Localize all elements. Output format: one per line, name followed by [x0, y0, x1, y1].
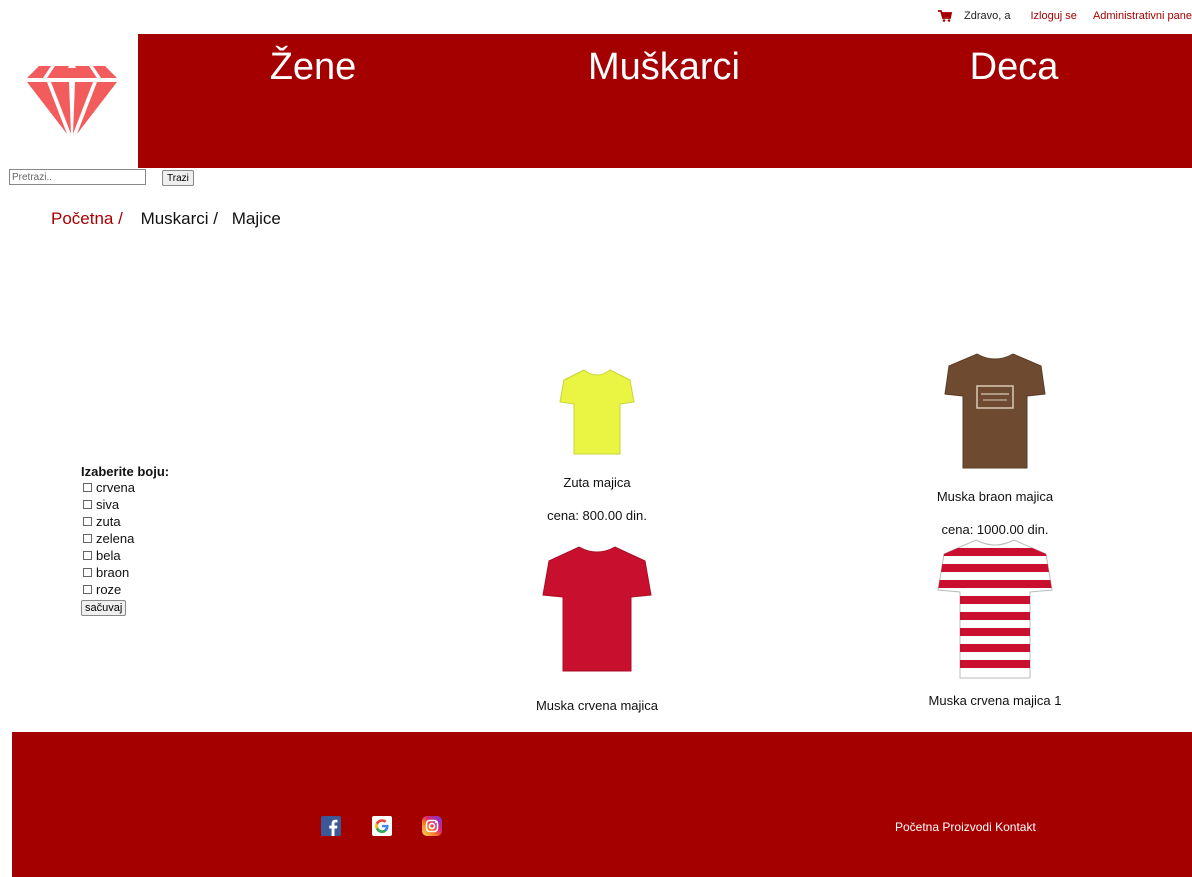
- footer: Početna Proizvodi Kontakt: [12, 732, 1192, 877]
- diamond-logo-icon: [27, 66, 117, 134]
- tshirt-image: [944, 353, 1046, 469]
- nav-kids[interactable]: Deca: [970, 46, 1059, 89]
- filter-option[interactable]: bela: [83, 547, 169, 564]
- breadcrumb-category[interactable]: Muskarci /: [141, 209, 218, 228]
- product-card[interactable]: Muska crvena majica 1: [895, 538, 1095, 708]
- filter-option-label: siva: [96, 497, 120, 512]
- nav-women[interactable]: Žene: [270, 46, 357, 89]
- checkbox[interactable]: [83, 585, 92, 594]
- save-filter-button[interactable]: sačuvaj: [81, 600, 127, 616]
- logout-link[interactable]: Izloguj se: [1030, 10, 1076, 22]
- filter-option[interactable]: roze: [83, 581, 169, 598]
- footer-link-products[interactable]: Proizvodi: [942, 820, 991, 834]
- filter-option[interactable]: crvena: [83, 479, 169, 496]
- user-bar: Zdravo, a Izloguj se Administrativni pan…: [937, 10, 1192, 22]
- checkbox[interactable]: [83, 534, 92, 543]
- product-price: cena: 800.00 din.: [547, 508, 647, 523]
- checkbox[interactable]: [83, 517, 92, 526]
- breadcrumb: Početna / Muskarci / Majice: [51, 209, 281, 229]
- nav-men[interactable]: Muškarci: [588, 46, 740, 89]
- facebook-icon[interactable]: [321, 816, 341, 836]
- product-card[interactable]: Muska braon majica cena: 1000.00 din.: [895, 352, 1095, 537]
- greeting-text: Zdravo, a: [963, 10, 1011, 22]
- filter-option-label: roze: [96, 582, 122, 597]
- filter-option[interactable]: siva: [83, 496, 169, 513]
- google-icon[interactable]: [372, 816, 392, 836]
- admin-panel-link[interactable]: Administrativni pane: [1093, 10, 1192, 22]
- instagram-icon[interactable]: [422, 816, 442, 836]
- checkbox[interactable]: [83, 551, 92, 560]
- color-filter: Izaberite boju: crvena siva zuta zelena …: [81, 464, 169, 616]
- cart-icon[interactable]: [937, 10, 952, 22]
- filter-option[interactable]: braon: [83, 564, 169, 581]
- breadcrumb-home[interactable]: Početna /: [51, 209, 123, 228]
- product-name[interactable]: Muska braon majica: [895, 489, 1095, 504]
- filter-title: Izaberite boju:: [81, 464, 170, 479]
- product-name[interactable]: Muska crvena majica: [497, 698, 697, 713]
- checkbox[interactable]: [83, 483, 92, 492]
- tshirt-image: [559, 369, 635, 455]
- product-card[interactable]: Zuta majica cena: 800.00 din.: [497, 368, 697, 523]
- product-name[interactable]: Zuta majica: [497, 475, 697, 490]
- logo[interactable]: [10, 34, 138, 168]
- tshirt-image: [937, 539, 1053, 679]
- filter-option[interactable]: zuta: [83, 513, 169, 530]
- filter-option-label: zelena: [96, 531, 135, 546]
- breadcrumb-current: Majice: [231, 209, 281, 228]
- filter-option[interactable]: zelena: [83, 530, 169, 547]
- filter-option-label: crvena: [96, 480, 136, 495]
- main-nav: Žene Muškarci Deca: [138, 34, 1192, 168]
- footer-link-contact[interactable]: Kontakt: [995, 820, 1036, 834]
- checkbox[interactable]: [83, 500, 92, 509]
- product-name[interactable]: Muska crvena majica 1: [895, 693, 1095, 708]
- product-card[interactable]: Muska crvena majica: [497, 545, 697, 713]
- product-price: cena: 1000.00 din.: [941, 522, 1049, 537]
- filter-option-label: bela: [96, 548, 121, 563]
- filter-option-label: zuta: [96, 514, 121, 529]
- top-bar: Zdravo, a Izloguj se Administrativni pan…: [0, 0, 1192, 34]
- tshirt-image: [542, 546, 652, 672]
- filter-option-label: braon: [96, 565, 130, 580]
- footer-links: Početna Proizvodi Kontakt: [895, 820, 1036, 834]
- search-input[interactable]: [9, 169, 146, 185]
- checkbox[interactable]: [83, 568, 92, 577]
- footer-link-home[interactable]: Početna: [895, 820, 939, 834]
- search-button[interactable]: Trazi: [162, 170, 194, 186]
